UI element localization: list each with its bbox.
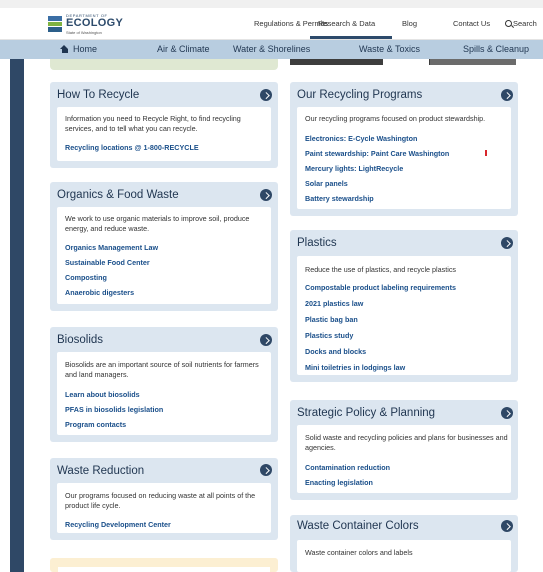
link-paint-stewardship[interactable]: Paint stewardship: Paint Care Washington <box>305 149 449 158</box>
link-pfas-biosolids[interactable]: PFAS in biosolids legislation <box>65 405 163 414</box>
link-enacting-legislation[interactable]: Enacting legislation <box>305 478 373 487</box>
chevron-right-icon[interactable] <box>501 89 513 101</box>
card-description: Reduce the use of plastics, and recycle … <box>305 265 457 274</box>
logo-name: ECOLOGY <box>66 17 124 29</box>
chevron-right-icon[interactable] <box>501 237 513 249</box>
card-plastics: Plastics Reduce the use of plastics, and… <box>290 230 518 382</box>
card-title[interactable]: Waste Reduction <box>57 465 144 477</box>
card-title[interactable]: Waste Container Colors <box>297 520 419 532</box>
card-organics-food-waste: Organics & Food Waste We work to use org… <box>50 182 278 311</box>
card-body: Information you need to Recycle Right, t… <box>57 107 271 161</box>
card-description: Information you need to Recycle Right, t… <box>65 114 241 133</box>
link-electronics-ecycle[interactable]: Electronics: E-Cycle Washington <box>305 134 417 143</box>
link-sustainable-food-center[interactable]: Sustainable Food Center <box>65 258 150 267</box>
card-strategic-policy: Strategic Policy & Planning Solid waste … <box>290 400 518 500</box>
card-title[interactable]: Biosolids <box>57 334 103 346</box>
left-side-strip <box>10 59 24 572</box>
card-description: Our programs focused on reducing waste a… <box>65 491 256 510</box>
chevron-right-icon[interactable] <box>260 334 272 346</box>
link-recycling-locations[interactable]: Recycling locations @ 1-800-RECYCLE <box>65 143 199 152</box>
mainnav-spills-cleanup[interactable]: Spills & Cleanup <box>463 44 529 54</box>
card-body: We work to use organic materials to impr… <box>57 207 271 304</box>
link-learn-biosolids[interactable]: Learn about biosolids <box>65 390 140 399</box>
card-body: Our programs focused on reducing waste a… <box>57 483 271 533</box>
site-header: DEPARTMENT OF ECOLOGY State of Washingto… <box>0 8 543 40</box>
card-how-to-recycle: How To Recycle Information you need to R… <box>50 82 278 168</box>
link-contamination-reduction[interactable]: Contamination reduction <box>305 463 390 472</box>
card-title[interactable]: Strategic Policy & Planning <box>297 407 435 419</box>
link-2021-plastics-law[interactable]: 2021 plastics law <box>305 299 363 308</box>
hero-image-strip <box>290 59 516 65</box>
search-label: Search <box>513 19 537 28</box>
chevron-right-icon[interactable] <box>501 407 513 419</box>
card-body: Our recycling programs focused on produc… <box>297 107 511 209</box>
hero-banner-left <box>50 59 278 70</box>
search-icon <box>505 20 512 27</box>
card-description: Biosolids are an important source of soi… <box>65 360 259 379</box>
link-solar-panels[interactable]: Solar panels <box>305 179 348 188</box>
link-battery-stewardship[interactable]: Battery stewardship <box>305 194 374 203</box>
card-title[interactable]: Our Recycling Programs <box>297 89 422 101</box>
link-composting[interactable]: Composting <box>65 273 107 282</box>
link-program-contacts[interactable]: Program contacts <box>65 420 126 429</box>
ecology-logo[interactable]: DEPARTMENT OF ECOLOGY State of Washingto… <box>48 11 123 37</box>
card-body: Biosolids are an important source of soi… <box>57 352 271 435</box>
card-description: Our recycling programs focused on produc… <box>305 114 486 123</box>
search-button[interactable]: Search <box>505 19 537 28</box>
card-title[interactable]: Organics & Food Waste <box>57 189 179 201</box>
card-title[interactable]: Plastics <box>297 237 337 249</box>
mainnav-air-climate[interactable]: Air & Climate <box>157 44 210 54</box>
link-compostable-labeling[interactable]: Compostable product labeling requirement… <box>305 283 456 292</box>
link-plastics-study[interactable]: Plastics study <box>305 331 353 340</box>
topnav-research-data[interactable]: Research & Data <box>318 19 375 28</box>
card-description: Waste container colors and labels <box>305 548 413 557</box>
link-recycling-development-center[interactable]: Recycling Development Center <box>65 520 171 529</box>
logo-state: State of Washington <box>66 30 102 35</box>
topnav-active-indicator <box>310 36 392 39</box>
main-nav: Home Air & Climate Water & Shorelines Wa… <box>0 40 543 59</box>
external-marker-icon <box>485 150 487 156</box>
card-highlight-partial <box>50 558 278 572</box>
mainnav-waste-toxics[interactable]: Waste & Toxics <box>359 44 420 54</box>
ecology-logo-icon <box>48 16 62 32</box>
card-waste-container-colors: Waste Container Colors Waste container c… <box>290 515 518 572</box>
chevron-right-icon[interactable] <box>501 520 513 532</box>
link-plastic-bag-ban[interactable]: Plastic bag ban <box>305 315 358 324</box>
chevron-right-icon[interactable] <box>260 189 272 201</box>
mainnav-home[interactable]: Home <box>60 44 97 54</box>
card-title[interactable]: How To Recycle <box>57 89 139 101</box>
card-body: Reduce the use of plastics, and recycle … <box>297 256 511 375</box>
chevron-right-icon[interactable] <box>260 89 272 101</box>
card-body: Solid waste and recycling policies and p… <box>297 425 511 493</box>
card-waste-reduction: Waste Reduction Our programs focused on … <box>50 458 278 540</box>
card-description: We work to use organic materials to impr… <box>65 214 250 233</box>
chevron-right-icon[interactable] <box>260 464 272 476</box>
link-organics-management-law[interactable]: Organics Management Law <box>65 243 158 252</box>
link-mini-toiletries[interactable]: Mini toiletries in lodgings law <box>305 363 405 372</box>
card-description: Solid waste and recycling policies and p… <box>305 433 508 452</box>
topnav-blog[interactable]: Blog <box>402 19 417 28</box>
card-biosolids: Biosolids Biosolids are an important sou… <box>50 327 278 442</box>
card-body: Waste container colors and labels <box>297 540 511 572</box>
home-icon <box>60 45 69 53</box>
topnav-contact-us[interactable]: Contact Us <box>453 19 490 28</box>
link-docks-and-blocks[interactable]: Docks and blocks <box>305 347 366 356</box>
card-our-recycling-programs: Our Recycling Programs Our recycling pro… <box>290 82 518 216</box>
browser-top-strip <box>0 0 543 8</box>
link-mercury-lights[interactable]: Mercury lights: LightRecycle <box>305 164 403 173</box>
link-anaerobic-digesters[interactable]: Anaerobic digesters <box>65 288 134 297</box>
mainnav-water-shorelines[interactable]: Water & Shorelines <box>233 44 310 54</box>
